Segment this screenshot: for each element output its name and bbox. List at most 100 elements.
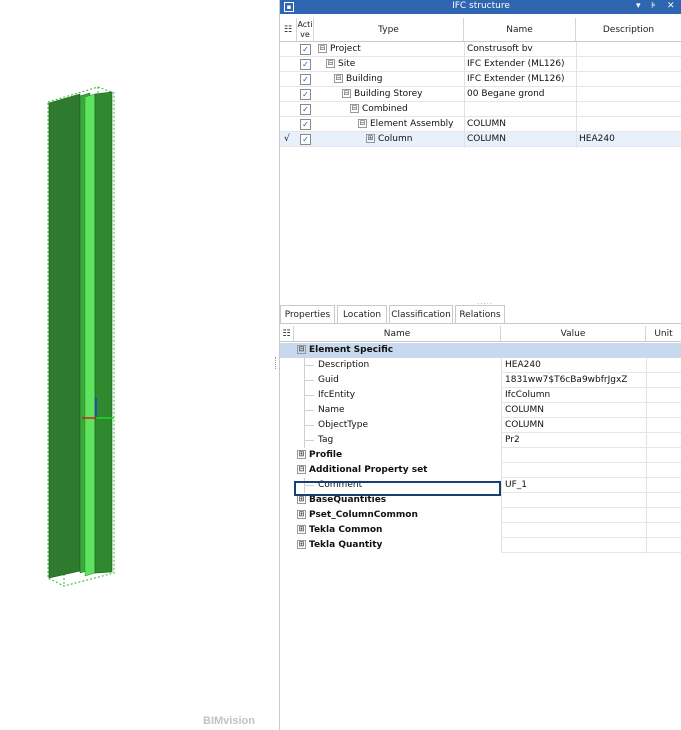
active-checkbox[interactable]: ✓ (300, 89, 311, 100)
tree-row[interactable]: ✓ ⊟ Project Construsoft bv (280, 42, 681, 57)
expand-toggle-icon[interactable]: ⊞ (297, 450, 306, 459)
property-tabs: Properties Location Classification Relat… (280, 305, 681, 324)
selected-marker (284, 102, 296, 117)
property-row[interactable]: Name COLUMN (280, 403, 681, 418)
prop-header-name[interactable]: Name (294, 326, 501, 342)
close-icon[interactable]: ✕ (667, 1, 675, 11)
tree-description-cell (579, 87, 679, 102)
property-group-label: Profile (309, 450, 343, 460)
property-group-row[interactable]: ⊞ Profile (280, 448, 681, 463)
property-group-label: BaseQuantities (309, 495, 387, 505)
expand-toggle-icon[interactable]: ⊟ (334, 74, 343, 83)
expand-toggle-icon[interactable]: ⊟ (342, 89, 351, 98)
tree-name-cell: IFC Extender (ML126) (467, 74, 565, 84)
col-header-description[interactable]: Description (576, 18, 681, 42)
col-header-type[interactable]: Type (314, 18, 464, 42)
property-group-name: ⊟ Element Specific (297, 343, 393, 358)
property-unit (646, 478, 681, 493)
property-unit (646, 388, 681, 403)
property-group-row[interactable]: ⊞ Tekla Quantity (280, 538, 681, 553)
property-group-name: ⊞ Pset_ColumnCommon (297, 508, 418, 523)
tree-name-cell (467, 102, 575, 117)
tree-type-cell: ⊟ Element Assembly (358, 117, 464, 132)
active-checkbox[interactable]: ✓ (300, 59, 311, 70)
property-row[interactable]: Tag Pr2 (280, 433, 681, 448)
property-value[interactable] (501, 448, 646, 463)
property-value[interactable] (501, 523, 646, 538)
property-unit (646, 373, 681, 388)
tree-type-cell: ⊟ Project (318, 42, 464, 57)
brand-logo: BIMvision (203, 715, 255, 727)
expand-toggle-icon[interactable]: ⊞ (366, 134, 375, 143)
active-checkbox[interactable]: ✓ (300, 134, 311, 145)
property-value[interactable] (501, 463, 646, 478)
prop-header-unit[interactable]: Unit (646, 326, 681, 342)
property-name: ObjectType (318, 420, 368, 430)
flange-front-dark (94, 91, 113, 574)
tree-type-label: Column (378, 134, 413, 144)
tree-row[interactable]: √ ✓ ⊞ Column COLUMN HEA240 (280, 132, 681, 147)
expand-toggle-icon[interactable]: ⊟ (318, 44, 327, 53)
expand-toggle-icon[interactable]: ⊞ (297, 525, 306, 534)
property-group-row[interactable]: ⊟ Additional Property set (280, 463, 681, 478)
property-value[interactable] (501, 538, 646, 553)
property-value[interactable]: COLUMN (501, 403, 646, 418)
property-group-label: Additional Property set (309, 465, 428, 475)
expand-toggle-icon[interactable]: ⊟ (297, 345, 306, 354)
property-unit (646, 493, 681, 508)
property-value[interactable]: COLUMN (501, 418, 646, 433)
active-checkbox[interactable]: ✓ (300, 104, 311, 115)
expand-toggle-icon[interactable]: ⊞ (297, 495, 306, 504)
property-row[interactable]: Guid 1831ww7$T6cBa9wbfrJgxZ (280, 373, 681, 388)
property-group-row[interactable]: ⊞ Pset_ColumnCommon (280, 508, 681, 523)
tree-description-cell (579, 42, 679, 57)
tab-relations[interactable]: Relations (455, 305, 505, 323)
property-row[interactable]: IfcEntity IfcColumn (280, 388, 681, 403)
expand-toggle-icon[interactable]: ⊟ (350, 104, 359, 113)
expand-toggle-icon[interactable]: ⊟ (326, 59, 335, 68)
property-value[interactable]: IfcColumn (501, 388, 646, 403)
tree-row[interactable]: ✓ ⊟ Element Assembly COLUMN (280, 117, 681, 132)
property-row[interactable]: ObjectType COLUMN (280, 418, 681, 433)
expand-toggle-icon[interactable]: ⊞ (297, 510, 306, 519)
property-value[interactable]: 1831ww7$T6cBa9wbfrJgxZ (501, 373, 646, 388)
tree-type-cell: ⊟ Building (334, 72, 464, 87)
pin-icon[interactable]: ⊧ (651, 1, 656, 11)
tree-row[interactable]: ✓ ⊟ Building IFC Extender (ML126) (280, 72, 681, 87)
tab-location[interactable]: Location (337, 305, 387, 323)
property-value[interactable] (501, 508, 646, 523)
column-model[interactable] (0, 0, 279, 730)
property-group-row[interactable]: ⊞ Tekla Common (280, 523, 681, 538)
tree-row[interactable]: ✓ ⊟ Site IFC Extender (ML126) (280, 57, 681, 72)
tree-type-label: Element Assembly (370, 119, 454, 129)
tab-properties[interactable]: Properties (280, 305, 335, 324)
property-value[interactable]: UF_1 (501, 478, 646, 493)
property-unit (646, 403, 681, 418)
active-checkbox[interactable]: ✓ (300, 74, 311, 85)
expand-toggle-icon[interactable]: ⊟ (297, 465, 306, 474)
property-value[interactable] (501, 493, 646, 508)
property-value[interactable]: Pr2 (501, 433, 646, 448)
expand-toggle-icon[interactable]: ⊞ (297, 540, 306, 549)
3d-viewport[interactable]: BIMvision (0, 0, 279, 730)
active-checkbox[interactable]: ✓ (300, 119, 311, 130)
property-name: Name (318, 405, 345, 415)
prop-column-chooser-icon[interactable]: ☷ (280, 326, 294, 342)
comment-edit-box[interactable] (294, 481, 501, 496)
col-header-active[interactable]: Acti ve (297, 18, 314, 42)
property-value[interactable]: HEA240 (501, 358, 646, 373)
property-group-label: Tekla Common (309, 525, 383, 535)
tree-row[interactable]: ✓ ⊟ Building Storey 00 Begane grond (280, 87, 681, 102)
panel-splitter[interactable] (275, 357, 278, 369)
property-row[interactable]: Description HEA240 (280, 358, 681, 373)
dropdown-icon[interactable]: ▾ (636, 1, 641, 11)
tab-classification[interactable]: Classification (389, 305, 453, 323)
tree-type-label: Combined (362, 104, 408, 114)
tree-row[interactable]: ✓ ⊟ Combined (280, 102, 681, 117)
expand-toggle-icon[interactable]: ⊟ (358, 119, 367, 128)
prop-header-value[interactable]: Value (501, 326, 646, 342)
col-header-name[interactable]: Name (464, 18, 576, 42)
column-chooser-icon[interactable]: ☷ (280, 18, 297, 42)
property-group-row[interactable]: ⊟ Element Specific (280, 343, 681, 358)
active-checkbox[interactable]: ✓ (300, 44, 311, 55)
